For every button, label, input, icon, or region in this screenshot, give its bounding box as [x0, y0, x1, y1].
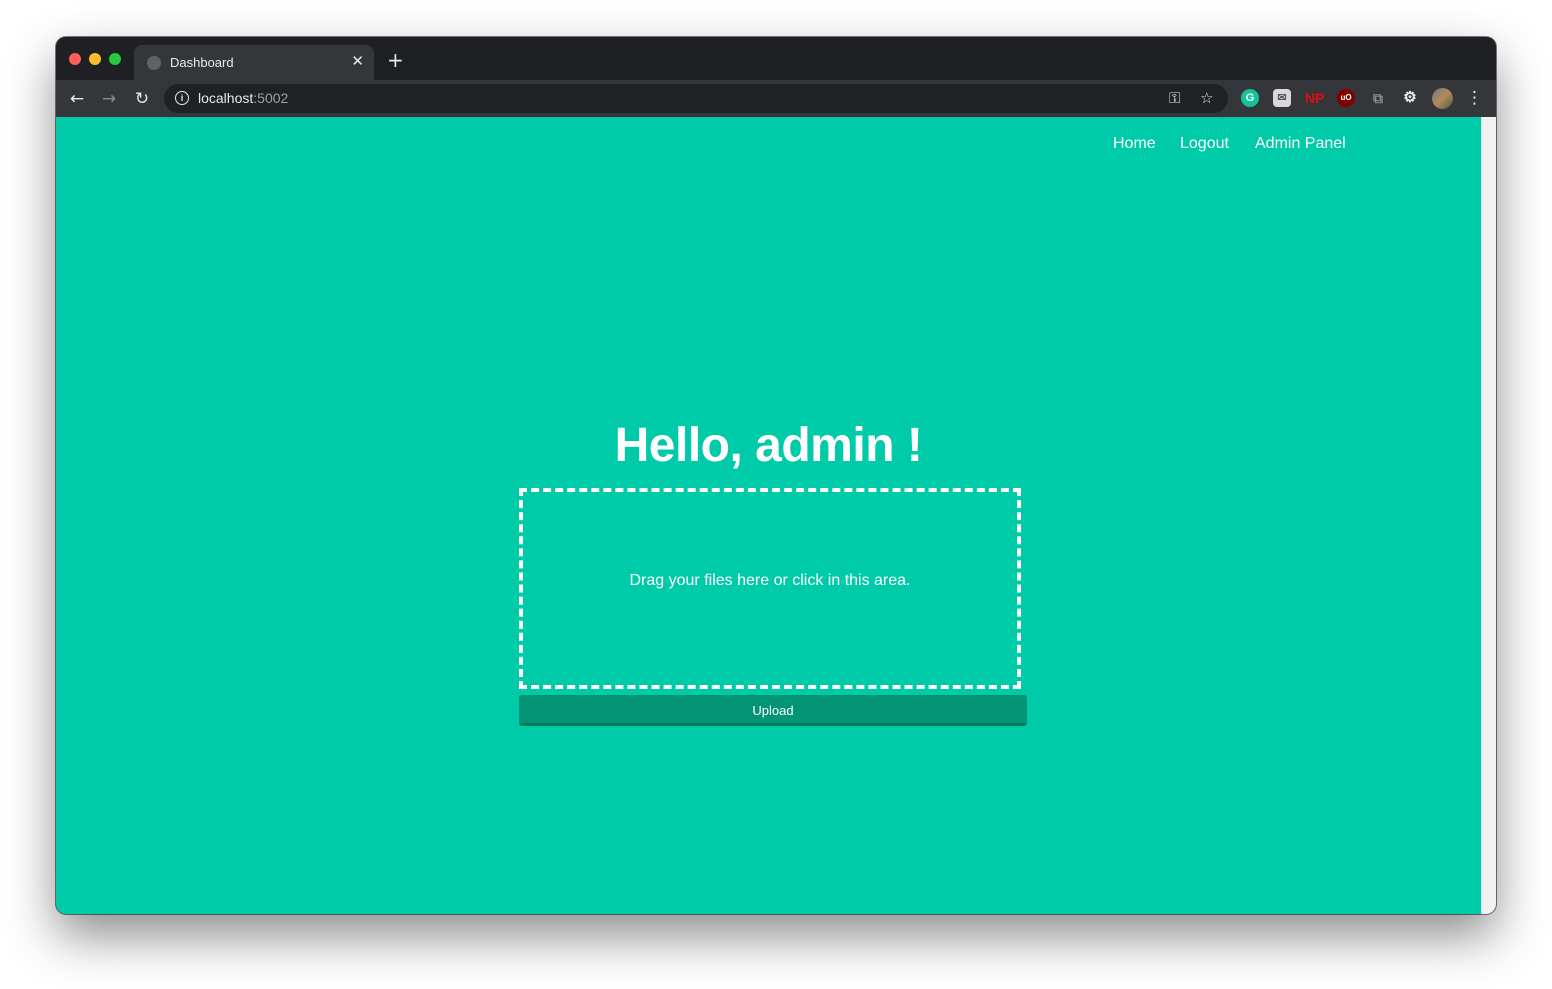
key-icon[interactable]: ⚿ — [1169, 89, 1180, 107]
file-dropzone[interactable]: Drag your files here or click in this ar… — [519, 488, 1021, 689]
profile-avatar[interactable] — [1432, 88, 1453, 109]
url-port: :5002 — [253, 90, 289, 106]
browser-toolbar: ← → ↻ i localhost:5002 ⚿ ☆ G ✉ NP uO ⧉ ⚙… — [56, 80, 1496, 117]
extensions-puzzle-icon[interactable]: ⚙ — [1401, 89, 1419, 107]
close-tab-icon[interactable]: ✕ — [351, 53, 364, 69]
minimize-window-button[interactable] — [89, 53, 101, 65]
url-text[interactable]: localhost:5002 — [198, 90, 288, 106]
upload-button[interactable]: Upload — [519, 695, 1027, 726]
new-tab-button[interactable]: + — [387, 50, 404, 70]
ublock-extension-icon[interactable]: uO — [1337, 89, 1355, 107]
reload-icon[interactable]: ↻ — [130, 87, 154, 111]
back-arrow-icon[interactable]: ← — [65, 87, 89, 111]
nav-link-admin-panel[interactable]: Admin Panel — [1255, 135, 1346, 153]
title-bar: Dashboard ✕ + — [56, 37, 1496, 80]
mail-extension-icon[interactable]: ✉ — [1273, 89, 1291, 107]
browser-window: Dashboard ✕ + ← → ↻ i localhost:5002 ⚿ ☆… — [56, 37, 1496, 914]
np-extension-icon[interactable]: NP — [1305, 89, 1324, 107]
globe-icon — [147, 56, 161, 70]
url-host: localhost — [198, 90, 254, 106]
greeting-heading: Hello, admin ! — [614, 419, 923, 472]
tab-dashboard[interactable]: Dashboard ✕ — [134, 45, 374, 80]
info-icon[interactable]: i — [175, 91, 189, 105]
address-bar[interactable]: i localhost:5002 ⚿ ☆ — [164, 84, 1228, 113]
grammarly-extension-icon[interactable]: G — [1241, 89, 1259, 107]
star-icon[interactable]: ☆ — [1200, 89, 1213, 107]
tab-title: Dashboard — [170, 55, 234, 70]
close-window-button[interactable] — [69, 53, 81, 65]
copy-extension-icon[interactable]: ⧉ — [1369, 89, 1387, 107]
maximize-window-button[interactable] — [109, 53, 121, 65]
dropzone-instructions: Drag your files here or click in this ar… — [629, 572, 911, 589]
nav-link-logout[interactable]: Logout — [1180, 135, 1229, 153]
page-content: Home Logout Admin Panel Hello, admin ! D… — [56, 117, 1481, 914]
forward-arrow-icon[interactable]: → — [97, 87, 121, 111]
browser-menu-icon[interactable]: ⋮ — [1466, 88, 1483, 108]
vertical-scrollbar[interactable] — [1481, 117, 1496, 914]
nav-link-home[interactable]: Home — [1113, 135, 1156, 153]
